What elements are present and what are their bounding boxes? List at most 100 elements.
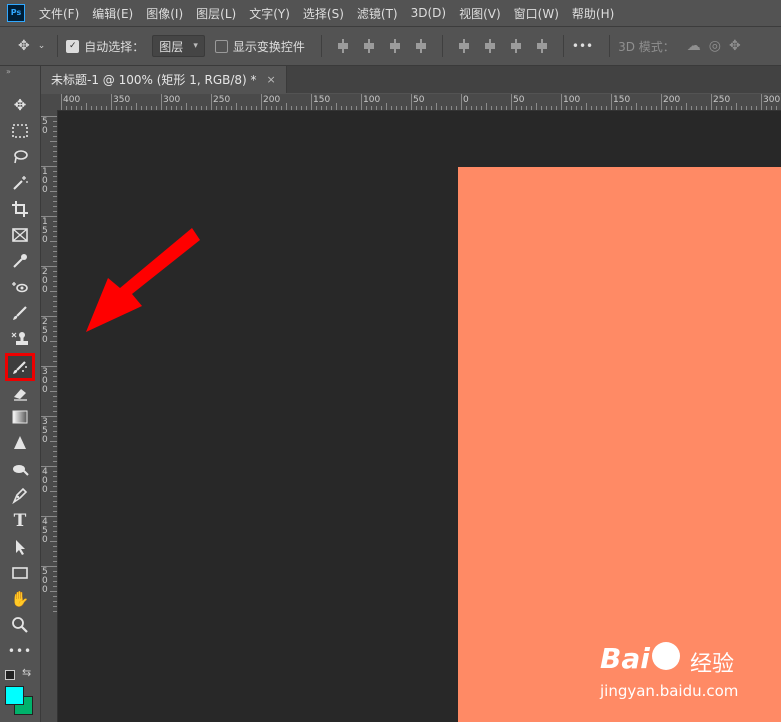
annotation-arrow bbox=[86, 228, 200, 332]
crop-tool-icon[interactable] bbox=[8, 198, 32, 220]
rectangle-tool-icon[interactable] bbox=[8, 562, 32, 584]
ruler-label: 5 0 0 bbox=[42, 567, 48, 595]
align-bottom-icon[interactable] bbox=[509, 39, 523, 53]
move-icon[interactable]: ✥ bbox=[18, 38, 30, 54]
ruler-minor-tick bbox=[546, 106, 547, 110]
foreground-color-swatch[interactable] bbox=[5, 686, 24, 705]
dodge-tool-icon[interactable] bbox=[8, 458, 32, 480]
rectangle-layer[interactable] bbox=[458, 167, 781, 722]
blur-tool-icon[interactable] bbox=[8, 432, 32, 454]
ruler-label: 350 bbox=[113, 95, 131, 105]
collapse-toolbar-icon[interactable]: » bbox=[6, 67, 11, 76]
ruler-minor-tick bbox=[551, 106, 552, 110]
marquee-tool-icon[interactable] bbox=[8, 120, 32, 142]
zoom-tool-icon[interactable] bbox=[8, 614, 32, 636]
document-tab[interactable]: 未标题-1 @ 100% (矩形 1, RGB/8) * × bbox=[41, 66, 287, 93]
ruler-minor-tick bbox=[53, 431, 57, 432]
clone-stamp-tool-icon[interactable] bbox=[8, 328, 32, 350]
auto-select-checkbox[interactable]: ✓ bbox=[66, 39, 80, 53]
brush-tool-icon[interactable] bbox=[8, 302, 32, 324]
ruler-minor-tick bbox=[446, 106, 447, 110]
ruler-minor-tick bbox=[66, 106, 67, 110]
menu-help[interactable]: 帮助(H) bbox=[572, 5, 614, 22]
chevron-down-icon[interactable]: ⌄ bbox=[38, 41, 46, 51]
ruler-origin[interactable] bbox=[41, 94, 58, 111]
align-top-edges-icon[interactable] bbox=[414, 39, 428, 53]
eraser-tool-icon[interactable] bbox=[8, 382, 32, 404]
ruler-minor-tick bbox=[406, 106, 407, 110]
more-tools-icon[interactable]: ••• bbox=[8, 640, 32, 662]
align-top-icon[interactable] bbox=[457, 39, 471, 53]
distribute-icon[interactable] bbox=[535, 39, 549, 53]
vertical-ruler[interactable]: 5 0 1 0 0 1 5 0 2 0 0 2 5 0 3 0 0 3 5 0 4 0 0 4 … bbox=[41, 110, 58, 722]
ruler-minor-tick bbox=[50, 541, 57, 542]
eyedropper-tool-icon[interactable] bbox=[8, 250, 32, 272]
menu-select[interactable]: 选择(S) bbox=[303, 5, 344, 22]
path-selection-tool-icon[interactable] bbox=[8, 536, 32, 558]
align-center-icon[interactable] bbox=[362, 39, 376, 53]
ruler-minor-tick bbox=[53, 301, 57, 302]
ruler-minor-tick bbox=[486, 103, 487, 110]
lasso-tool-icon[interactable] bbox=[8, 146, 32, 168]
ruler-minor-tick bbox=[426, 106, 427, 110]
type-tool-icon[interactable]: T bbox=[8, 510, 32, 532]
ruler-minor-tick bbox=[371, 106, 372, 110]
frame-tool-icon[interactable] bbox=[8, 224, 32, 246]
ruler-minor-tick bbox=[53, 246, 57, 247]
show-transform-checkbox[interactable] bbox=[214, 39, 228, 53]
ruler-minor-tick bbox=[196, 106, 197, 110]
menu-layer[interactable]: 图层(L) bbox=[196, 5, 236, 22]
ruler-label: 250 bbox=[713, 95, 731, 105]
pan-3d-icon[interactable]: ✥ bbox=[729, 38, 741, 54]
ruler-minor-tick bbox=[326, 106, 327, 110]
menu-type[interactable]: 文字(Y) bbox=[249, 5, 290, 22]
menu-edit[interactable]: 编辑(E) bbox=[92, 5, 133, 22]
ruler-minor-tick bbox=[541, 106, 542, 110]
canvas-area[interactable] bbox=[58, 111, 781, 722]
ruler-tick bbox=[511, 94, 512, 110]
ruler-minor-tick bbox=[171, 106, 172, 110]
default-colors-icon[interactable] bbox=[5, 670, 15, 680]
ruler-minor-tick bbox=[53, 601, 57, 602]
ruler-minor-tick bbox=[701, 106, 702, 110]
watermark-brand-cn: 经验 bbox=[690, 652, 735, 677]
ruler-minor-tick bbox=[336, 103, 337, 110]
menu-filter[interactable]: 滤镜(T) bbox=[357, 5, 398, 22]
align-left-icon[interactable] bbox=[336, 39, 350, 53]
layer-dropdown[interactable]: 图层 ▾ bbox=[152, 35, 205, 57]
ruler-tick bbox=[311, 94, 312, 110]
gradient-tool-icon[interactable] bbox=[8, 406, 32, 428]
menu-file[interactable]: 文件(F) bbox=[39, 5, 79, 22]
ruler-minor-tick bbox=[591, 106, 592, 110]
roll-3d-icon[interactable]: ◎ bbox=[709, 38, 721, 54]
swap-colors-icon[interactable]: ⇆ bbox=[22, 666, 31, 679]
ruler-minor-tick bbox=[246, 106, 247, 110]
close-icon[interactable]: × bbox=[267, 73, 276, 86]
magic-wand-tool-icon[interactable] bbox=[8, 172, 32, 194]
pen-tool-icon[interactable] bbox=[8, 484, 32, 506]
move-tool-icon[interactable]: ✥ bbox=[8, 94, 32, 116]
ruler-minor-tick bbox=[586, 103, 587, 110]
ruler-minor-tick bbox=[53, 526, 57, 527]
ruler-minor-tick bbox=[521, 106, 522, 110]
orbit-3d-icon[interactable]: ☁ bbox=[687, 38, 701, 54]
ruler-minor-tick bbox=[53, 561, 57, 562]
align-right-icon[interactable] bbox=[388, 39, 402, 53]
align-middle-icon[interactable] bbox=[483, 39, 497, 53]
ruler-minor-tick bbox=[53, 131, 57, 132]
horizontal-ruler[interactable]: 400 350 300 250 200 150 100 50 0 50 100 150 200 250 30… bbox=[58, 94, 781, 111]
ruler-minor-tick bbox=[91, 106, 92, 110]
menu-window[interactable]: 窗口(W) bbox=[514, 5, 559, 22]
ruler-label: 1 5 0 bbox=[42, 217, 48, 245]
more-options-button[interactable]: ••• bbox=[572, 39, 593, 53]
ruler-minor-tick bbox=[50, 291, 57, 292]
hand-tool-icon[interactable]: ✋ bbox=[8, 588, 32, 610]
menu-image[interactable]: 图像(I) bbox=[146, 5, 183, 22]
menu-view[interactable]: 视图(V) bbox=[459, 5, 501, 22]
ruler-label: 4 0 0 bbox=[42, 467, 48, 495]
spot-healing-tool-icon[interactable] bbox=[8, 276, 32, 298]
ruler-minor-tick bbox=[771, 106, 772, 110]
history-brush-tool-icon[interactable] bbox=[5, 353, 35, 381]
menu-3d[interactable]: 3D(D) bbox=[411, 6, 446, 20]
ruler-minor-tick bbox=[53, 346, 57, 347]
